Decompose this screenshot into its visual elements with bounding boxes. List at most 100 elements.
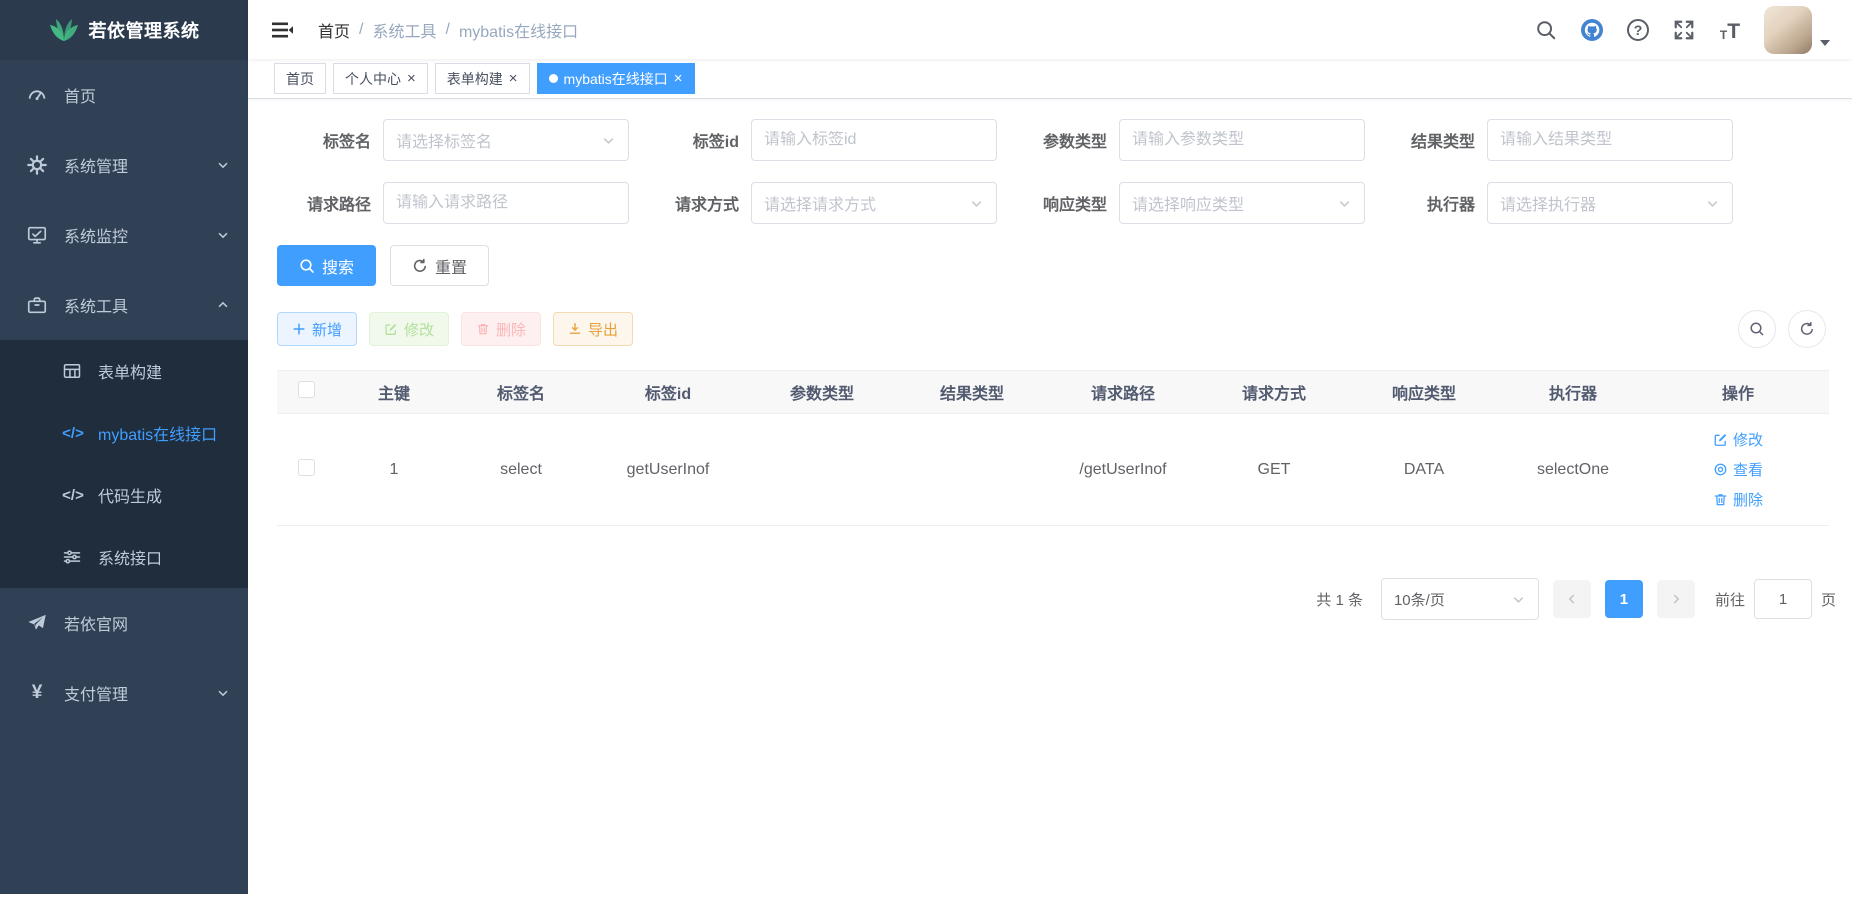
- request-method-select[interactable]: 请选择请求方式: [751, 182, 997, 224]
- table-row[interactable]: 1 select getUserInof /getUserInof GET DA…: [277, 414, 1829, 526]
- tag-id-input[interactable]: [764, 131, 984, 149]
- select-all-checkbox[interactable]: [298, 381, 315, 398]
- chevron-down-icon: [216, 158, 230, 172]
- tab-home[interactable]: 首页: [274, 63, 326, 94]
- sidebar-item-mybatis-online-api[interactable]: </> mybatis在线接口: [0, 402, 248, 464]
- column-header: 请求方式: [1199, 371, 1349, 414]
- page-size-select[interactable]: 10条/页: [1381, 578, 1539, 620]
- cell-executor: selectOne: [1499, 414, 1647, 526]
- close-icon[interactable]: ×: [509, 71, 518, 86]
- sliders-icon: [62, 547, 84, 567]
- goto-label: 前往: [1715, 589, 1745, 610]
- sidebar-item-code-generation[interactable]: </> 代码生成: [0, 464, 248, 526]
- tag-name-select[interactable]: 请选择标签名: [383, 119, 629, 161]
- tab-form-builder[interactable]: 表单构建 ×: [435, 63, 530, 94]
- app-logo[interactable]: 若依管理系统: [0, 0, 248, 60]
- column-header: 请求路径: [1047, 371, 1199, 414]
- row-view-link[interactable]: 查看: [1713, 456, 1763, 484]
- close-icon[interactable]: ×: [407, 71, 416, 86]
- export-button[interactable]: 导出: [553, 312, 633, 346]
- tab-label: 个人中心: [345, 69, 401, 89]
- row-edit-link[interactable]: 修改: [1713, 426, 1763, 454]
- field-label: 结果类型: [1381, 128, 1487, 152]
- code-icon: </>: [62, 423, 84, 443]
- goto-page: 前往 页: [1715, 579, 1836, 619]
- sidebar-item-label: 系统管理: [64, 153, 216, 177]
- edit-button[interactable]: 修改: [369, 312, 449, 346]
- sidebar-item-system-monitor[interactable]: 系统监控: [0, 200, 248, 270]
- cell-tag-id: getUserInof: [589, 414, 747, 526]
- row-operations: 修改 查看: [1647, 426, 1829, 514]
- request-path-input[interactable]: [396, 194, 616, 212]
- navbar-actions: ? TT: [1534, 6, 1830, 54]
- close-icon[interactable]: ×: [674, 71, 683, 86]
- next-page-button[interactable]: [1657, 580, 1695, 618]
- app-title: 若依管理系统: [89, 17, 200, 43]
- param-type-input-wrap: [1119, 119, 1365, 161]
- show-search-button[interactable]: [1738, 310, 1776, 348]
- toolbox-icon: [26, 294, 48, 316]
- page-number-1[interactable]: 1: [1605, 580, 1643, 618]
- sidebar-item-home[interactable]: 首页: [0, 60, 248, 130]
- dashboard-icon: [26, 84, 48, 106]
- delete-button[interactable]: 删除: [461, 312, 541, 346]
- field-label: 标签id: [645, 128, 751, 152]
- column-header: 结果类型: [897, 371, 1047, 414]
- result-type-input[interactable]: [1500, 131, 1720, 149]
- sidebar-item-system-api[interactable]: 系统接口: [0, 526, 248, 588]
- column-header: 响应类型: [1349, 371, 1499, 414]
- sidebar-item-form-builder[interactable]: 表单构建: [0, 340, 248, 402]
- tab-mybatis-online-api[interactable]: mybatis在线接口 ×: [537, 63, 695, 94]
- sidebar-item-label: 系统监控: [64, 223, 216, 247]
- fullscreen-icon[interactable]: [1672, 18, 1696, 42]
- active-dot: [549, 74, 558, 83]
- menu-fold-icon[interactable]: [270, 18, 294, 42]
- filter-request-path: 请求路径: [277, 182, 645, 224]
- cell-primary-key: 1: [335, 414, 453, 526]
- download-icon: [568, 322, 582, 336]
- column-header: 主键: [335, 371, 453, 414]
- page-content: 标签名 请选择标签名 标签id 参数类型: [248, 99, 1852, 920]
- param-type-input[interactable]: [1132, 131, 1352, 149]
- user-menu[interactable]: [1764, 6, 1830, 54]
- tab-profile[interactable]: 个人中心 ×: [333, 63, 428, 94]
- response-type-select[interactable]: 请选择响应类型: [1119, 182, 1365, 224]
- field-label: 参数类型: [1013, 128, 1119, 152]
- filter-request-method: 请求方式 请选择请求方式: [645, 182, 1013, 224]
- plus-icon: [292, 322, 306, 336]
- horizontal-scrollbar-track[interactable]: [0, 894, 248, 920]
- sidebar-item-system-tools[interactable]: 系统工具: [0, 270, 248, 340]
- search-button[interactable]: 搜索: [277, 245, 376, 286]
- github-icon[interactable]: [1580, 18, 1604, 42]
- reset-button[interactable]: 重置: [390, 245, 489, 286]
- question-glyph: ?: [1634, 22, 1643, 38]
- sidebar-item-ruoyi-website[interactable]: 若依官网: [0, 588, 248, 658]
- row-delete-link[interactable]: 删除: [1713, 486, 1763, 514]
- avatar[interactable]: [1764, 6, 1812, 54]
- help-icon[interactable]: ?: [1626, 18, 1650, 42]
- breadcrumb-item-system-tools: 系统工具: [372, 18, 436, 42]
- row-checkbox[interactable]: [298, 459, 315, 476]
- refresh-button[interactable]: [1788, 310, 1826, 348]
- top-navbar: 首页 / 系统工具 / mybatis在线接口 ?: [248, 0, 1852, 59]
- header-select-all: [277, 371, 335, 414]
- breadcrumb-item-home[interactable]: 首页: [318, 18, 350, 42]
- breadcrumb-separator: /: [445, 21, 449, 39]
- sidebar-submenu-system-tools: 表单构建 </> mybatis在线接口 </> 代码生成 系统接口: [0, 340, 248, 588]
- search-icon[interactable]: [1534, 18, 1558, 42]
- sidebar-item-label: 首页: [64, 83, 230, 107]
- chevron-down-icon: [1337, 196, 1352, 211]
- font-size-icon[interactable]: TT: [1718, 18, 1742, 42]
- goto-page-input[interactable]: [1754, 579, 1812, 619]
- executor-select[interactable]: 请选择执行器: [1487, 182, 1733, 224]
- add-button[interactable]: 新增: [277, 312, 357, 346]
- tab-label: mybatis在线接口: [564, 69, 668, 89]
- table-header-row: 主键 标签名 标签id 参数类型 结果类型 请求路径 请求方式 响应类型 执行器…: [277, 371, 1829, 414]
- sidebar-item-system-management[interactable]: 系统管理: [0, 130, 248, 200]
- field-label: 响应类型: [1013, 191, 1119, 215]
- tab-label: 首页: [286, 69, 314, 89]
- tab-label: 表单构建: [447, 69, 503, 89]
- sidebar-item-payment-management[interactable]: ¥ 支付管理: [0, 658, 248, 728]
- prev-page-button[interactable]: [1553, 580, 1591, 618]
- gear-icon: [26, 154, 48, 176]
